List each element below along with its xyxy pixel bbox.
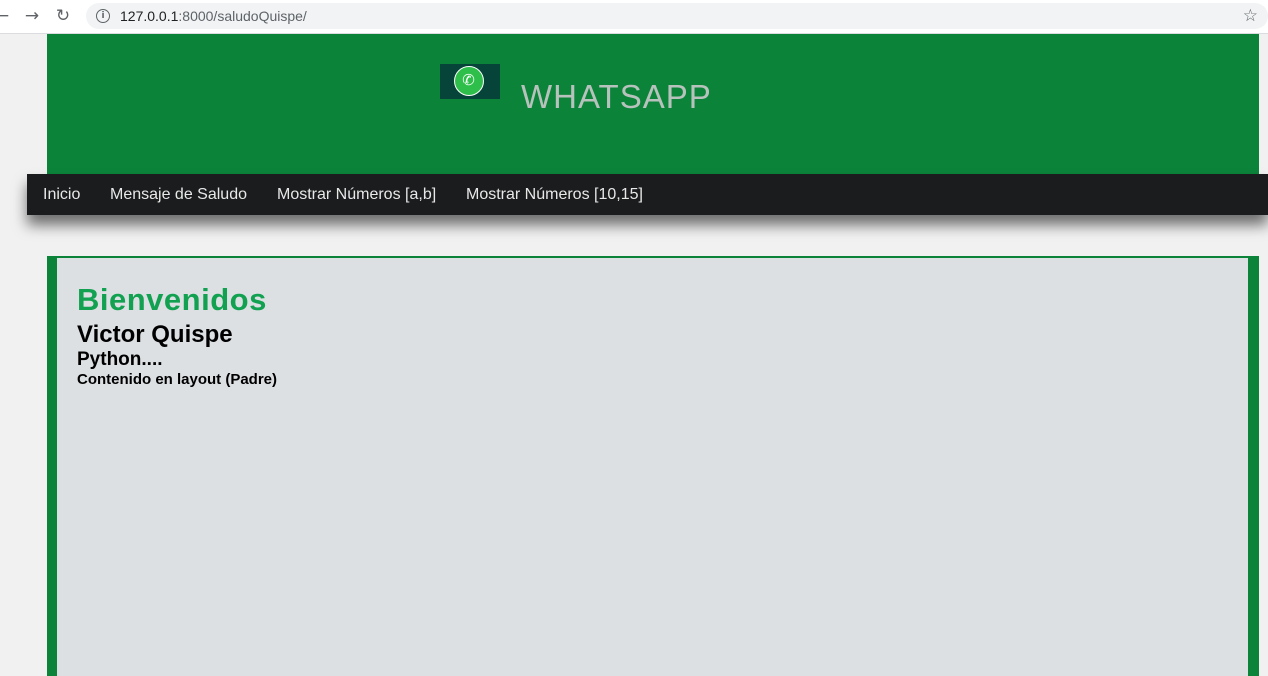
menu-item-mostrar-numeros-10-15[interactable]: Mostrar Números [10,15] bbox=[466, 186, 643, 204]
reload-icon[interactable]: ↻ bbox=[53, 6, 73, 26]
url-text[interactable]: 127.0.0.1:8000/saludoQuispe/ bbox=[120, 8, 307, 24]
menu-item-mensaje-saludo[interactable]: Mensaje de Saludo bbox=[110, 186, 247, 204]
main-menu: Inicio Mensaje de Saludo Mostrar Números… bbox=[27, 174, 1268, 215]
welcome-heading: Bienvenidos bbox=[77, 282, 267, 317]
menu-item-inicio[interactable]: Inicio bbox=[43, 186, 80, 204]
back-icon[interactable]: ← bbox=[0, 6, 12, 26]
content-frame: Bienvenidos Victor Quispe Python.... Con… bbox=[47, 256, 1259, 676]
menu-item-mostrar-numeros-ab[interactable]: Mostrar Números [a,b] bbox=[277, 186, 436, 204]
site-title: WHATSAPP bbox=[521, 78, 712, 115]
site-header: ✆ WHATSAPP bbox=[47, 34, 1259, 174]
layout-note: Contenido en layout (Padre) bbox=[77, 371, 278, 388]
address-bar[interactable]: i 127.0.0.1:8000/saludoQuispe/ ☆ bbox=[86, 3, 1268, 29]
url-path: :8000/saludoQuispe/ bbox=[178, 8, 307, 24]
bookmark-star-icon[interactable]: ☆ bbox=[1243, 6, 1258, 26]
url-host: 127.0.0.1 bbox=[120, 8, 179, 24]
phone-icon: ✆ bbox=[462, 71, 475, 89]
logo-bubble: ✆ bbox=[454, 66, 484, 96]
subtitle-text: Python.... bbox=[77, 349, 163, 370]
whatsapp-logo-icon: ✆ bbox=[440, 64, 500, 99]
content-panel: Bienvenidos Victor Quispe Python.... Con… bbox=[57, 258, 1248, 676]
browser-toolbar: ← → ↻ i 127.0.0.1:8000/saludoQuispe/ ☆ bbox=[0, 0, 1268, 34]
site-info-icon[interactable]: i bbox=[96, 9, 110, 23]
author-name: Victor Quispe bbox=[77, 321, 233, 348]
forward-icon[interactable]: → bbox=[22, 6, 42, 26]
